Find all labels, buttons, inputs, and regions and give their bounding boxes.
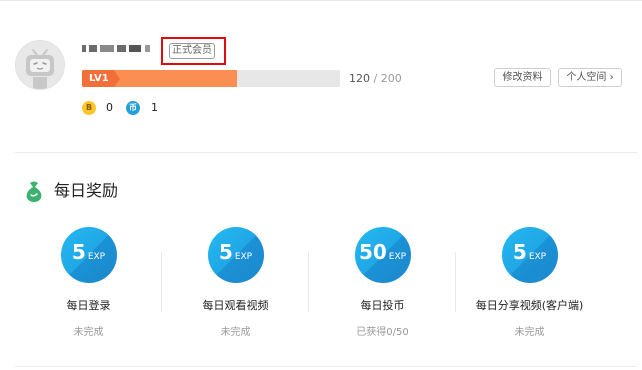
task-name: 每日观看视频 — [202, 299, 269, 312]
task-status: 未完成 — [514, 327, 545, 338]
level-badge: LV1 — [82, 70, 120, 87]
bilibili-tv-avatar-icon — [26, 49, 54, 89]
exp-reward-badge: 5 EXP — [60, 227, 117, 283]
exp-separator: / — [373, 72, 378, 85]
section-divider — [15, 366, 637, 367]
exp-reward-badge: 5 EXP — [207, 227, 264, 283]
exp-max: 200 — [380, 72, 402, 85]
money-bag-icon — [26, 181, 42, 202]
coin-count: 1 — [151, 101, 158, 114]
task-status: 未完成 — [73, 327, 104, 338]
level-progress-bar: LV1 — [82, 70, 340, 87]
personal-space-label: 个人空间 — [566, 72, 607, 83]
chevron-right-icon: › — [609, 72, 614, 83]
b-coin-count: 0 — [106, 101, 113, 114]
avatar[interactable] — [15, 40, 65, 90]
task-name: 每日登录 — [66, 299, 111, 312]
task-daily-coin: 50 EXP 每日投币 已获得0/50 — [309, 227, 456, 339]
task-status: 已获得0/50 — [356, 327, 409, 338]
exp-unit: EXP — [528, 252, 547, 262]
username-redacted — [82, 42, 156, 56]
task-name: 每日投币 — [360, 299, 405, 312]
exp-unit: EXP — [388, 252, 407, 262]
edit-profile-button[interactable]: 修改资料 — [494, 68, 551, 87]
task-name: 每日分享视频(客户端) — [475, 299, 584, 312]
exp-value: 5 — [218, 240, 233, 264]
exp-value: 50 — [358, 240, 387, 264]
exp-current: 120 — [349, 72, 370, 85]
exp-value: 5 — [512, 240, 527, 264]
exp-value: 5 — [71, 240, 86, 264]
exp-reward-badge: 50 EXP — [354, 227, 411, 283]
exp-reward-badge: 5 EXP — [501, 227, 558, 283]
daily-rewards-title: 每日奖励 — [54, 181, 119, 200]
section-divider — [15, 152, 637, 153]
b-coin-icon: B — [82, 101, 96, 115]
top-divider — [0, 0, 642, 1]
task-status: 未完成 — [220, 327, 251, 338]
exp-unit: EXP — [234, 252, 253, 262]
coin-icon: 币 — [126, 101, 140, 115]
task-daily-watch: 5 EXP 每日观看视频 未完成 — [162, 227, 309, 339]
task-daily-login: 5 EXP 每日登录 未完成 — [15, 227, 162, 339]
exp-counter: 120 / 200 — [349, 72, 402, 85]
exp-unit: EXP — [87, 252, 106, 262]
task-daily-share: 5 EXP 每日分享视频(客户端) 未完成 — [456, 227, 603, 339]
personal-space-button[interactable]: 个人空间 › — [558, 68, 622, 87]
annotation-highlight-box — [161, 37, 226, 65]
